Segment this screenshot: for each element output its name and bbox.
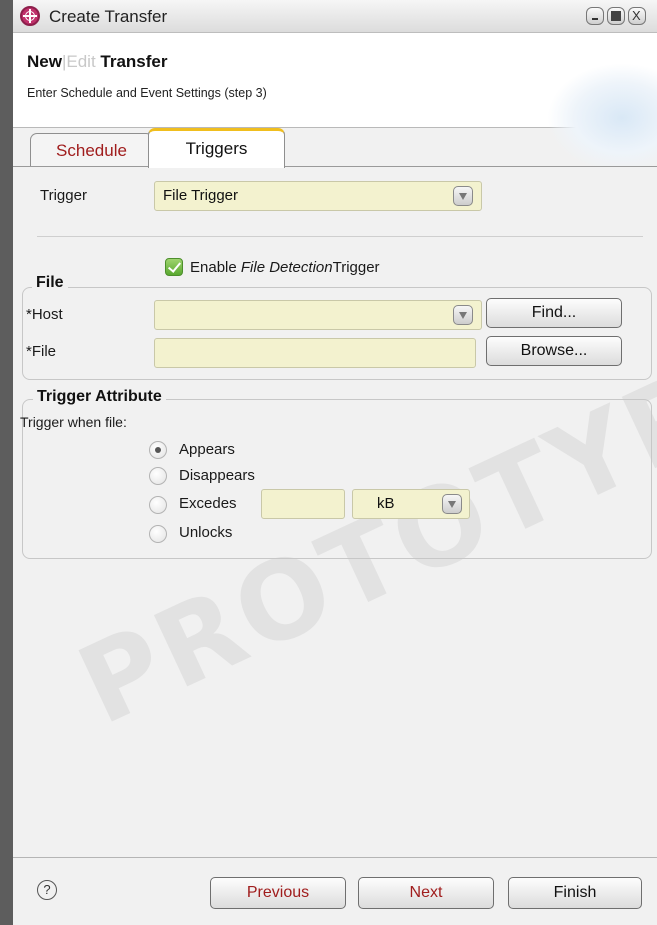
trigger-when-label: Trigger when file: [20, 414, 127, 430]
finish-button[interactable]: Finish [508, 877, 642, 909]
radio-disappears[interactable] [149, 467, 167, 485]
enable-suffix: Trigger [332, 259, 380, 276]
radio-appears-label: Appears [179, 441, 235, 458]
help-icon[interactable]: ? [37, 880, 57, 900]
enable-file-detection-checkbox[interactable] [165, 258, 183, 276]
radio-appears[interactable] [149, 441, 167, 459]
window-title: Create Transfer [49, 7, 168, 26]
radio-disappears-label: Disappears [179, 467, 255, 484]
previous-button[interactable]: Previous [210, 877, 346, 909]
trigger-dropdown-icon[interactable] [453, 186, 473, 206]
create-transfer-window: Create Transfer New|Edit Transfer Enter … [13, 0, 657, 925]
title-edit: Edit [66, 52, 96, 71]
trigger-select[interactable]: File Trigger [154, 181, 482, 211]
wizard-header: New|Edit Transfer Enter Schedule and Eve… [13, 33, 657, 173]
divider [37, 236, 643, 237]
title-bar[interactable]: Create Transfer [13, 0, 657, 33]
header-graphic [547, 63, 657, 173]
radio-excedes-label: Excedes [179, 495, 237, 512]
title-rest: Transfer [95, 52, 168, 71]
wizard-footer: ? Previous Next Finish [13, 857, 657, 925]
minimize-icon[interactable] [586, 7, 604, 25]
host-input[interactable] [154, 300, 482, 330]
window-frame-left [0, 0, 13, 925]
find-button[interactable]: Find... [486, 298, 622, 328]
radio-unlocks-label: Unlocks [179, 524, 233, 541]
title-new: New [27, 52, 62, 71]
file-input[interactable] [154, 338, 476, 368]
size-input[interactable] [261, 489, 345, 519]
app-icon [20, 6, 40, 26]
file-legend: File [32, 274, 68, 292]
file-label: *File [26, 343, 57, 360]
host-dropdown-icon[interactable] [453, 305, 473, 325]
page-subtitle: Enter Schedule and Event Settings (step … [27, 86, 267, 100]
enable-prefix: Enable [190, 259, 241, 276]
next-button[interactable]: Next [358, 877, 494, 909]
tab-schedule[interactable]: Schedule [30, 133, 153, 167]
enable-file-detection-label: Enable File DetectionTrigger [190, 259, 380, 276]
trigger-attribute-legend: Trigger Attribute [33, 388, 166, 406]
browse-button[interactable]: Browse... [486, 336, 622, 366]
enable-italic: File Detection [240, 259, 333, 276]
maximize-icon[interactable] [607, 7, 625, 25]
unit-dropdown-icon[interactable] [442, 494, 462, 514]
radio-unlocks[interactable] [149, 525, 167, 543]
host-label: *Host [26, 306, 63, 323]
trigger-label: Trigger [40, 187, 87, 204]
tab-triggers[interactable]: Triggers [148, 128, 285, 168]
page-title: New|Edit Transfer [27, 52, 168, 72]
close-icon[interactable] [628, 7, 646, 25]
radio-excedes[interactable] [149, 496, 167, 514]
